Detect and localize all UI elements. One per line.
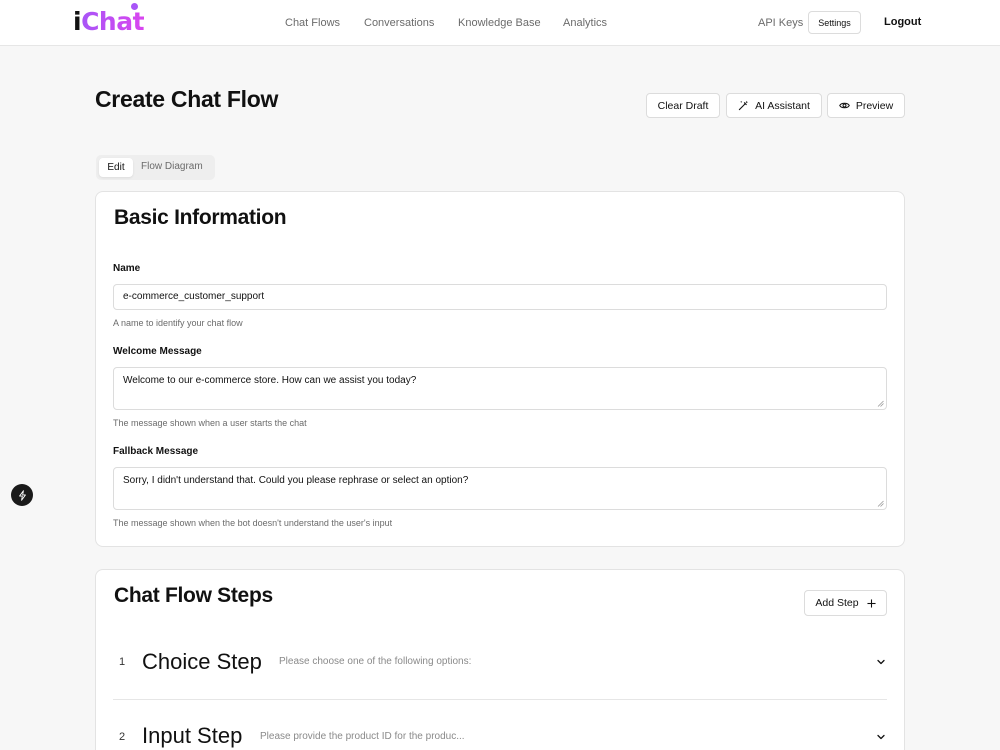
fallback-message-label: Fallback Message bbox=[113, 446, 199, 457]
nav-chat-flows[interactable]: Chat Flows bbox=[285, 16, 340, 30]
nav-api-keys[interactable]: API Keys bbox=[758, 16, 803, 30]
step-number: 2 bbox=[118, 731, 126, 743]
step-number: 1 bbox=[118, 656, 126, 668]
add-step-label: Add Step bbox=[815, 597, 859, 609]
basic-information-title: Basic Information bbox=[114, 206, 287, 229]
add-step-button[interactable]: Add Step bbox=[804, 590, 887, 616]
resize-grip-icon[interactable] bbox=[877, 400, 884, 407]
tab-flow-diagram[interactable]: Flow Diagram bbox=[141, 161, 203, 172]
step-title[interactable]: Choice Step bbox=[142, 649, 262, 675]
ai-assistant-label: AI Assistant bbox=[755, 99, 810, 112]
ai-assistant-button[interactable]: AI Assistant bbox=[726, 93, 822, 118]
basic-information-card: Basic Information Name e-commerce_custom… bbox=[95, 191, 905, 547]
clear-draft-label: Clear Draft bbox=[657, 99, 709, 112]
welcome-message-value: Welcome to our e-commerce store. How can… bbox=[123, 375, 417, 386]
tab-edit[interactable]: Edit bbox=[99, 158, 133, 177]
name-label: Name bbox=[113, 263, 141, 274]
name-input[interactable]: e-commerce_customer_support bbox=[113, 284, 887, 310]
welcome-message-textarea[interactable]: Welcome to our e-commerce store. How can… bbox=[113, 367, 887, 410]
preview-label: Preview bbox=[855, 99, 894, 112]
chat-flow-steps-card: Chat Flow Steps Add Step 1 Choice Step P… bbox=[95, 569, 905, 750]
fallback-message-value: Sorry, I didn't understand that. Could y… bbox=[123, 475, 469, 486]
clear-draft-button[interactable]: Clear Draft bbox=[646, 93, 720, 118]
step-divider bbox=[113, 699, 887, 700]
resize-grip-icon[interactable] bbox=[877, 500, 884, 507]
name-help: A name to identify your chat flow bbox=[113, 318, 243, 328]
fallback-message-textarea[interactable]: Sorry, I didn't understand that. Could y… bbox=[113, 467, 887, 510]
chevron-down-icon[interactable] bbox=[876, 657, 886, 667]
step-description: Please choose one of the following optio… bbox=[279, 656, 472, 667]
preview-button[interactable]: Preview bbox=[827, 93, 905, 118]
magic-wand-icon bbox=[738, 100, 749, 111]
fallback-message-help: The message shown when the bot doesn't u… bbox=[113, 518, 393, 528]
eye-icon bbox=[838, 102, 850, 109]
nav-knowledge-base[interactable]: Knowledge Base bbox=[458, 16, 541, 30]
logo-dot bbox=[131, 3, 138, 10]
app-logo[interactable]: iChat bbox=[73, 6, 145, 38]
plus-icon bbox=[867, 598, 876, 608]
settings-button[interactable]: Settings bbox=[808, 11, 861, 34]
nav-conversations[interactable]: Conversations bbox=[364, 16, 434, 30]
page-title: Create Chat Flow bbox=[95, 86, 279, 112]
lightning-icon bbox=[18, 489, 26, 501]
logout-link[interactable]: Logout bbox=[884, 16, 921, 28]
welcome-message-help: The message shown when a user starts the… bbox=[113, 418, 307, 428]
step-title[interactable]: Input Step bbox=[142, 723, 242, 749]
welcome-message-label: Welcome Message bbox=[113, 346, 202, 357]
chat-flow-steps-title: Chat Flow Steps bbox=[114, 584, 273, 607]
view-tabs: Edit Flow Diagram bbox=[96, 155, 215, 180]
nav-analytics[interactable]: Analytics bbox=[563, 16, 607, 30]
chevron-down-icon[interactable] bbox=[876, 732, 886, 742]
step-description: Please provide the product ID for the pr… bbox=[260, 731, 465, 742]
floating-action-button[interactable] bbox=[11, 484, 33, 506]
top-nav: iChat Chat Flows Conversations Knowledge… bbox=[0, 0, 1000, 46]
